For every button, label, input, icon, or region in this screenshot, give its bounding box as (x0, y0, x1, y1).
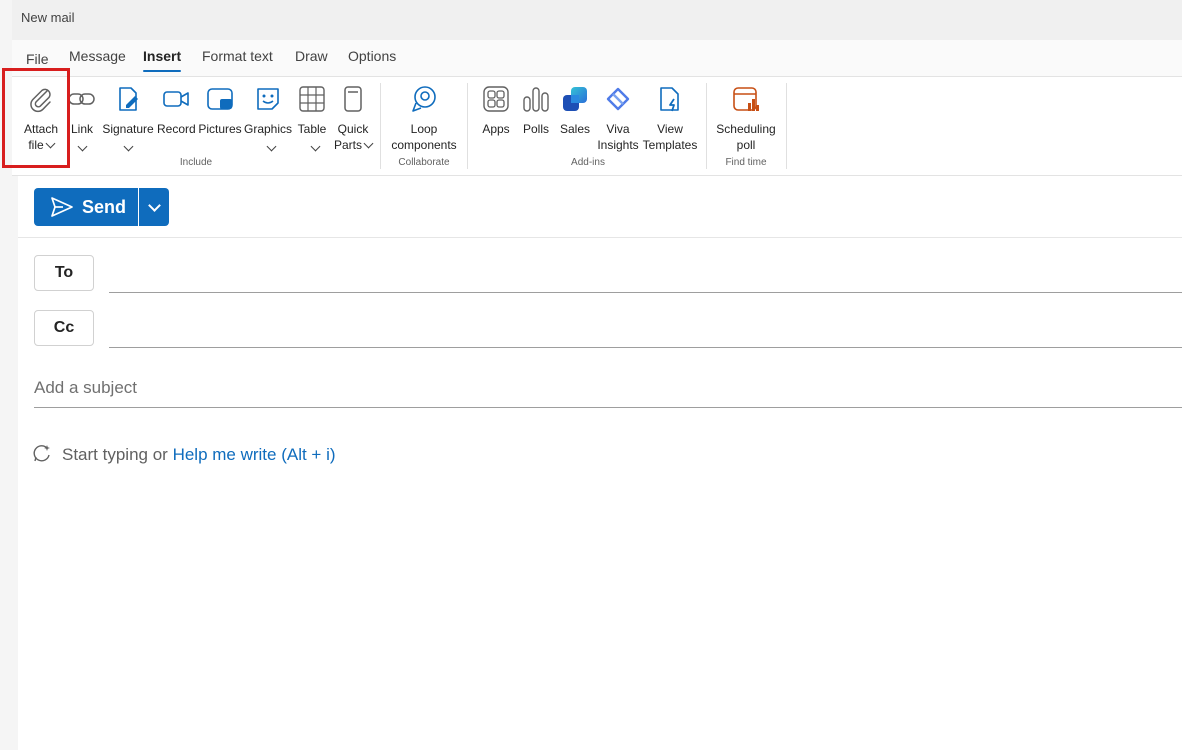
tab-file[interactable]: File (26, 51, 49, 67)
scheduling-label-line2: poll (736, 138, 756, 152)
viva-insights-button[interactable]: Viva Insights (596, 77, 640, 155)
viva-label-line1: Viva (606, 122, 630, 136)
to-field[interactable] (109, 256, 1182, 292)
loop-label-line2: components (391, 138, 457, 152)
tab-options[interactable]: Options (348, 48, 396, 64)
record-label: Record (157, 122, 196, 136)
body-placeholder: Start typing or (62, 445, 173, 464)
attach-file-button[interactable]: Attach file (18, 77, 64, 155)
loop-label-line1: Loop (410, 122, 438, 136)
chevron-down-icon (266, 141, 277, 152)
sales-copilot-icon (563, 87, 587, 111)
sticker-icon (257, 88, 279, 110)
scheduling-poll-button[interactable]: Scheduling poll (714, 77, 778, 155)
group-label-include: Include (179, 157, 213, 168)
calendar-chart-icon (733, 87, 759, 111)
ribbon: Attach file Link Signature Record Pictur… (12, 77, 1182, 176)
graphics-button[interactable]: Graphics (244, 77, 292, 155)
pictures-label: Pictures (198, 122, 242, 136)
attach-file-label-line1: Attach (23, 122, 59, 136)
templates-label-line2: Templates (642, 138, 698, 152)
tab-message[interactable]: Message (69, 48, 126, 64)
cc-underline (109, 347, 1182, 348)
apps-label: Apps (482, 122, 510, 136)
sales-label: Sales (559, 122, 591, 136)
chevron-down-icon (148, 199, 161, 212)
menu-bar: File Message Insert Format text Draw Opt… (12, 40, 1182, 77)
send-button[interactable]: Send (34, 188, 138, 226)
group-divider (467, 83, 468, 169)
signature-icon (119, 87, 138, 111)
paperclip-icon (30, 88, 51, 113)
link-label: Link (70, 122, 93, 136)
message-body[interactable]: Start typing or Help me write (Alt + i) (32, 444, 336, 465)
pictures-button[interactable]: Pictures (198, 77, 242, 155)
chevron-down-icon (45, 138, 56, 149)
table-icon (299, 86, 325, 112)
tab-insert[interactable]: Insert (143, 48, 182, 72)
group-label-find-time: Find time (725, 157, 767, 168)
quick-parts-button[interactable]: Quick Parts (332, 77, 374, 155)
scheduling-label-line1: Scheduling (716, 122, 776, 136)
title-bar: New mail (12, 0, 1182, 40)
chevron-down-icon (363, 138, 374, 149)
viva-label-line2: Insights (597, 138, 639, 152)
record-button[interactable]: Record (157, 77, 196, 155)
sales-button[interactable]: Sales (557, 77, 593, 155)
signature-button[interactable]: Signature (101, 77, 155, 155)
poll-chart-icon (523, 87, 549, 112)
attach-file-label-line2: file (28, 138, 44, 152)
to-button[interactable]: To (34, 255, 94, 291)
window-title: New mail (21, 10, 75, 25)
subject-underline (34, 407, 1182, 408)
copilot-sparkle-icon (33, 445, 50, 462)
chevron-down-icon (123, 141, 134, 152)
template-document-icon (660, 87, 679, 112)
apps-grid-icon (483, 86, 509, 112)
cc-button[interactable]: Cc (34, 310, 94, 346)
tab-draw[interactable]: Draw (295, 48, 328, 64)
group-divider (706, 83, 707, 169)
quick-parts-label-line2: Parts (333, 138, 362, 152)
group-label-collaborate: Collaborate (398, 157, 450, 168)
polls-button[interactable]: Polls (519, 77, 553, 155)
graphics-label: Graphics (244, 122, 293, 136)
group-divider (380, 83, 381, 169)
viva-insights-icon (606, 87, 630, 111)
chevron-down-icon (310, 141, 321, 152)
cc-field[interactable] (109, 311, 1182, 347)
view-templates-button[interactable]: View Templates (642, 77, 698, 155)
compose-pane: Send To Cc Start typing or Help me write… (18, 176, 1182, 750)
polls-label: Polls (522, 122, 549, 136)
document-part-icon (344, 86, 362, 112)
to-underline (109, 292, 1182, 293)
loop-icon (412, 86, 436, 112)
tab-format-text[interactable]: Format text (202, 48, 273, 64)
send-label: Send (82, 197, 127, 217)
link-button[interactable]: Link (68, 77, 96, 155)
table-button[interactable]: Table (296, 77, 328, 155)
chevron-down-icon (77, 141, 88, 152)
group-label-add-ins: Add-ins (571, 157, 605, 168)
video-camera-icon (163, 91, 189, 107)
apps-button[interactable]: Apps (478, 77, 514, 155)
link-icon (68, 93, 95, 105)
send-icon (51, 197, 73, 217)
templates-label-line1: View (657, 122, 683, 136)
toolbar-divider (18, 237, 1182, 238)
send-options-dropdown[interactable] (139, 188, 169, 226)
subject-input[interactable] (34, 374, 1182, 402)
signature-label: Signature (102, 122, 154, 136)
group-divider (786, 83, 787, 169)
table-label: Table (297, 122, 327, 136)
picture-icon (207, 88, 233, 110)
help-me-write-link[interactable]: Help me write (Alt + i) (173, 445, 336, 464)
quick-parts-label-line1: Quick (337, 122, 369, 136)
loop-components-button[interactable]: Loop components (388, 77, 460, 155)
